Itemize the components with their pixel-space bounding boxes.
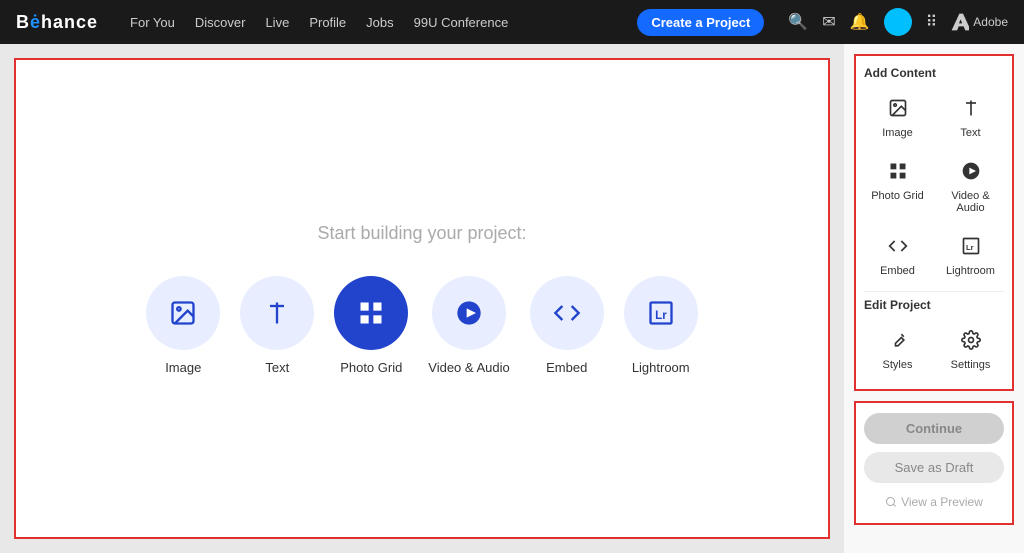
nav-jobs[interactable]: Jobs	[366, 15, 393, 30]
navbar: Bėhance For You Discover Live Profile Jo…	[0, 0, 1024, 44]
edit-project-title: Edit Project	[864, 298, 1004, 312]
sidebar-lightroom-icon: Lr	[961, 236, 981, 261]
canvas-prompt: Start building your project:	[317, 223, 526, 244]
sidebar-lightroom-label: Lightroom	[946, 265, 995, 277]
embed-circle	[530, 276, 604, 350]
nav-discover[interactable]: Discover	[195, 15, 246, 30]
sidebar-image-label: Image	[882, 127, 913, 139]
sidebar-settings[interactable]: Settings	[937, 322, 1004, 379]
create-project-button[interactable]: Create a Project	[637, 9, 764, 36]
notifications-icon[interactable]: 🔔	[850, 12, 870, 32]
nav-icons: 🔍 ✉ 🔔 ⠿ Adobe	[788, 8, 1008, 36]
messages-icon[interactable]: ✉	[822, 12, 835, 32]
sidebar: Add Content Image	[844, 44, 1024, 553]
add-video-button[interactable]: Video & Audio	[428, 276, 509, 375]
sidebar-grid-icon	[888, 161, 908, 186]
grid-circle	[334, 276, 408, 350]
svg-text:Lr: Lr	[966, 243, 974, 252]
main-layout: Start building your project: Image	[0, 44, 1024, 553]
image-label: Image	[165, 360, 201, 375]
lightroom-label: Lightroom	[632, 360, 690, 375]
edit-project-grid: Styles Settings	[864, 322, 1004, 379]
search-icon	[885, 496, 897, 508]
sidebar-video-label: Video & Audio	[941, 190, 1000, 214]
video-label: Video & Audio	[428, 360, 509, 375]
add-content-grid: Image Text	[864, 90, 1004, 285]
save-draft-button[interactable]: Save as Draft	[864, 452, 1004, 483]
preview-button[interactable]: View a Preview	[864, 491, 1004, 513]
add-image-button[interactable]: Image	[146, 276, 220, 375]
sidebar-video-icon	[961, 161, 981, 186]
add-content-title: Add Content	[864, 66, 1004, 80]
embed-label: Embed	[546, 360, 587, 375]
sidebar-add-image[interactable]: Image	[864, 90, 931, 147]
adobe-label: Adobe	[973, 15, 1008, 29]
lightroom-icon: Lr	[647, 299, 675, 327]
nav-profile[interactable]: Profile	[309, 15, 346, 30]
adobe-logo: Adobe	[951, 13, 1008, 31]
sidebar-embed-label: Embed	[880, 265, 915, 277]
grid-icon	[357, 299, 385, 327]
action-panel: Continue Save as Draft View a Preview	[854, 401, 1014, 525]
video-icon	[455, 299, 483, 327]
sidebar-text-label: Text	[960, 127, 980, 139]
nav-99u[interactable]: 99U Conference	[414, 15, 509, 30]
sidebar-add-embed[interactable]: Embed	[864, 228, 931, 285]
add-grid-button[interactable]: Photo Grid	[334, 276, 408, 375]
video-circle	[432, 276, 506, 350]
image-icon	[169, 299, 197, 327]
preview-label: View a Preview	[901, 495, 983, 509]
sidebar-text-icon	[961, 98, 981, 123]
nav-links: For You Discover Live Profile Jobs 99U C…	[130, 15, 613, 30]
avatar[interactable]	[884, 8, 912, 36]
embed-icon	[553, 299, 581, 327]
sidebar-add-grid[interactable]: Photo Grid	[864, 153, 931, 222]
canvas-area: Start building your project: Image	[0, 44, 844, 553]
sidebar-add-lightroom[interactable]: Lr Lightroom	[937, 228, 1004, 285]
settings-icon	[961, 330, 981, 355]
settings-label: Settings	[951, 359, 991, 371]
sidebar-styles[interactable]: Styles	[864, 322, 931, 379]
panel-divider	[864, 291, 1004, 292]
add-embed-button[interactable]: Embed	[530, 276, 604, 375]
adobe-icon	[951, 13, 969, 31]
text-circle	[240, 276, 314, 350]
image-circle	[146, 276, 220, 350]
text-label: Text	[265, 360, 289, 375]
nav-for-you[interactable]: For You	[130, 15, 175, 30]
sidebar-grid-label: Photo Grid	[871, 190, 924, 202]
lightroom-circle: Lr	[624, 276, 698, 350]
sidebar-embed-icon	[888, 236, 908, 261]
content-buttons: Image Text	[146, 276, 697, 375]
add-text-button[interactable]: Text	[240, 276, 314, 375]
text-icon	[263, 299, 291, 327]
sidebar-add-video[interactable]: Video & Audio	[937, 153, 1004, 222]
add-content-panel: Add Content Image	[854, 54, 1014, 391]
styles-icon	[888, 330, 908, 355]
add-lightroom-button[interactable]: Lr Lightroom	[624, 276, 698, 375]
nav-live[interactable]: Live	[265, 15, 289, 30]
search-icon[interactable]: 🔍	[788, 12, 808, 32]
styles-label: Styles	[883, 359, 913, 371]
sidebar-add-text[interactable]: Text	[937, 90, 1004, 147]
sidebar-image-icon	[888, 98, 908, 123]
apps-icon[interactable]: ⠿	[926, 12, 938, 32]
canvas-inner: Start building your project: Image	[14, 58, 830, 539]
brand-logo[interactable]: Bėhance	[16, 12, 98, 33]
svg-text:Lr: Lr	[655, 308, 667, 321]
continue-button[interactable]: Continue	[864, 413, 1004, 444]
grid-label: Photo Grid	[340, 360, 402, 375]
